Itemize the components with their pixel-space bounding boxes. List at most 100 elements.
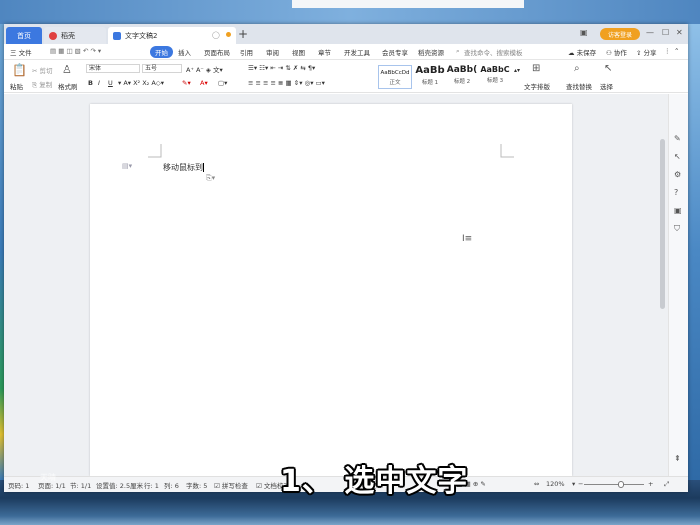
zoom-dropdown-icon[interactable]: ▾ <box>572 480 575 488</box>
menu-chapter[interactable]: 章节 <box>318 47 331 57</box>
document-page[interactable]: ▤▾ 移动鼠标到 ⎘▾ I≡ <box>90 104 572 476</box>
text-layout-button[interactable]: 文字排版 <box>524 81 550 91</box>
status-page[interactable]: 页码: 1 <box>8 480 29 490</box>
status-words[interactable]: 字数: 5 <box>186 480 207 490</box>
scrollbar-thumb[interactable] <box>660 139 665 309</box>
daoke-icon <box>49 31 57 40</box>
tab-daoke[interactable]: 稻壳 <box>44 27 106 44</box>
minimize-icon[interactable]: — <box>646 28 654 37</box>
list-icons[interactable]: ☰▾ ☷▾ ⇤ ⇥ ⇅ ✗ ⇆ ¶▾ <box>248 64 315 72</box>
style-heading-1[interactable]: AaBb 标题 1 <box>414 65 446 89</box>
zoom-in-icon[interactable]: + <box>648 480 653 488</box>
writer-doc-icon <box>113 31 121 40</box>
fullscreen-icon[interactable]: ⤢ <box>664 480 669 489</box>
quick-access-icons[interactable]: ▤ ▦ ◫ ▧ ↶ ↷ ▾ <box>50 47 101 55</box>
style-scroll-icon[interactable]: ▴▾ <box>514 67 520 74</box>
font-size-select[interactable]: 五号 <box>142 64 182 73</box>
style-preview: AaBb <box>415 65 445 76</box>
font-grow-shrink-icons[interactable]: A⁺ A⁻ ◈ 文▾ <box>186 64 223 74</box>
paste-icon[interactable]: 📋 <box>12 63 27 77</box>
fit-page-icon[interactable]: ⇔ <box>534 480 539 488</box>
find-replace-icon[interactable]: ⌕ <box>574 63 580 74</box>
menu-developer[interactable]: 开发工具 <box>344 47 370 57</box>
share-label: 分享 <box>643 49 657 57</box>
pin-icon[interactable]: ◯ <box>212 31 220 39</box>
unsaved-dot-icon[interactable] <box>226 32 231 37</box>
shield-icon[interactable]: ⛉ <box>674 224 680 234</box>
find-replace-button[interactable]: 查找替换 <box>566 81 592 91</box>
font-color-icon[interactable]: A▾ <box>200 79 208 87</box>
add-tab-icon[interactable]: + <box>238 27 248 41</box>
share-button[interactable]: ⇪ 分享 <box>636 47 657 57</box>
search-icon[interactable]: ⌕ <box>456 47 460 56</box>
window-layout-icon[interactable]: ▣ <box>580 28 588 37</box>
menu-insert[interactable]: 插入 <box>178 47 191 57</box>
copy-button[interactable]: ⎘ 复制 <box>32 79 52 90</box>
zoom-out-icon[interactable]: − <box>578 480 583 488</box>
style-caption: 正文 <box>389 80 401 86</box>
status-position[interactable]: 设置值: 2.5厘米 <box>96 480 143 490</box>
cut-button[interactable]: ✂ 剪切 <box>32 65 53 75</box>
font-size-value: 五号 <box>145 65 158 72</box>
tab-home[interactable]: 首页 <box>6 27 42 44</box>
help-icon[interactable]: ? <box>674 188 678 197</box>
select-button[interactable]: 选择 <box>600 81 613 91</box>
style-normal[interactable]: AaBbCcDd 正文 <box>378 65 412 89</box>
menu-references[interactable]: 引用 <box>240 47 253 57</box>
bold-icon[interactable]: B <box>88 79 93 87</box>
text-effects-icons[interactable]: ▾ A▾ X² X₂ A◇▾ <box>118 79 164 87</box>
login-button[interactable]: 访客登录 <box>600 28 640 40</box>
tab-document[interactable]: 文字文稿2 ◯ <box>108 27 236 44</box>
layout-icon[interactable]: ▣ <box>674 206 682 215</box>
vertical-scrollbar[interactable] <box>658 94 668 476</box>
copy-label: 复制 <box>39 81 53 89</box>
document-text: 移动鼠标到 <box>163 163 203 172</box>
document-workspace: ▤▾ 移动鼠标到 ⎘▾ I≡ ✎ ↖ ⚙ ? ▣ ⛉ ⇞ <box>4 94 688 476</box>
italic-icon[interactable]: I <box>98 79 100 87</box>
zoom-slider[interactable] <box>584 484 644 485</box>
text-layout-icon[interactable]: ⊞ <box>532 63 540 74</box>
settings-sliders-icon[interactable]: ⚙ <box>674 170 681 179</box>
style-heading-2[interactable]: AaBb( 标题 2 <box>446 65 478 89</box>
tab-label: 文字文稿2 <box>125 31 158 40</box>
menu-start[interactable]: 开始 <box>150 46 173 58</box>
menu-daoke[interactable]: 稻壳资源 <box>418 47 444 57</box>
underline-icon[interactable]: U <box>108 79 113 87</box>
paragraph-handle-icon[interactable]: ▤▾ <box>122 162 132 170</box>
more-icon[interactable]: ⋮ <box>664 47 671 55</box>
char-border-icon[interactable]: ▢▾ <box>218 79 227 87</box>
pointer-icon[interactable]: ↖ <box>674 152 681 161</box>
document-body[interactable]: 移动鼠标到 <box>163 162 204 173</box>
spell-check-toggle[interactable]: ☑ 拼写检查 <box>214 480 248 490</box>
scroll-controls-icon[interactable]: ⇞ <box>674 454 681 463</box>
align-icons[interactable]: ≡ ≡ ≡ ≡ ≣ ▦ ⇕▾ ◎▾ ▭▾ <box>248 79 325 87</box>
menu-review[interactable]: 审阅 <box>266 47 279 57</box>
menu-layout[interactable]: 页面布局 <box>204 47 230 57</box>
style-heading-3[interactable]: AaBbC 标题 3 <box>478 65 512 89</box>
desktop-wallpaper-top <box>0 0 700 24</box>
paste-button[interactable]: 粘贴 <box>10 81 23 91</box>
unsaved-button[interactable]: ☁ 未保存 <box>568 47 596 57</box>
zoom-slider-thumb[interactable] <box>618 481 624 488</box>
menu-view[interactable]: 视图 <box>292 47 305 57</box>
font-name-value: 宋体 <box>89 65 102 72</box>
file-menu[interactable]: 三 文件 <box>10 47 32 57</box>
watermark: 天晴 <box>40 473 56 482</box>
maximize-icon[interactable]: ☐ <box>662 28 669 37</box>
status-col: 列: 6 <box>164 482 179 490</box>
font-name-select[interactable]: 宋体 <box>86 64 140 73</box>
search-command-input[interactable]: 查找命令、搜索模板 <box>464 47 523 57</box>
collapse-ribbon-icon[interactable]: ⌃ <box>674 47 679 55</box>
format-painter-button[interactable]: 格式刷 <box>58 81 78 91</box>
highlight-icon[interactable]: ✎▾ <box>182 79 191 87</box>
select-icon[interactable]: ↖ <box>604 63 612 74</box>
status-section[interactable]: 节: 1/1 <box>70 480 91 490</box>
zoom-level[interactable]: 120% <box>546 480 565 488</box>
collab-button[interactable]: ⚇ 协作 <box>606 47 627 57</box>
format-painter-icon[interactable]: ♙ <box>62 63 72 76</box>
menu-member[interactable]: 会员专享 <box>382 47 408 57</box>
pen-icon[interactable]: ✎ <box>674 134 681 143</box>
paste-options-icon[interactable]: ⎘▾ <box>206 174 215 183</box>
spell-label: 拼写检查 <box>221 482 248 490</box>
close-icon[interactable]: ✕ <box>676 28 683 37</box>
